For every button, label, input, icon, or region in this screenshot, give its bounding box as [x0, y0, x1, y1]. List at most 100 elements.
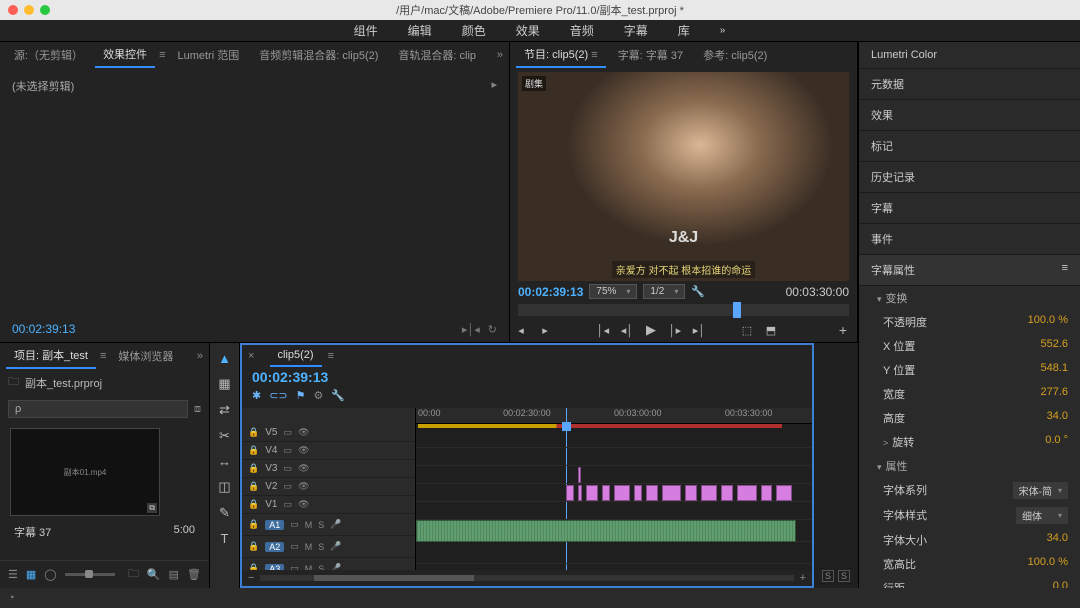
tab-audio-track-mixer[interactable]: 音轨混合器: clip: [390, 43, 484, 67]
tab-source[interactable]: 源:（无剪辑）: [6, 43, 91, 67]
clip-caption[interactable]: [578, 485, 582, 501]
clip-caption[interactable]: [602, 485, 610, 501]
source-timecode[interactable]: 00:02:39:13: [12, 322, 75, 336]
panel-metadata[interactable]: 元数据: [859, 69, 1080, 100]
clip-caption[interactable]: [685, 485, 697, 501]
clip-caption[interactable]: [566, 485, 574, 501]
solo-left[interactable]: S: [822, 570, 834, 582]
selection-tool-icon[interactable]: ▲: [216, 351, 234, 366]
play-icon[interactable]: ▶: [644, 322, 658, 338]
solo-right[interactable]: S: [838, 570, 850, 582]
clip-caption[interactable]: [776, 485, 792, 501]
timeline-tracks[interactable]: 00:00 00:02:30:00 00:03:00:00 00:03:30:0…: [416, 408, 812, 570]
track-v1[interactable]: V1: [265, 499, 277, 510]
bin-icon[interactable]: 🗀: [8, 373, 19, 392]
add-button-icon[interactable]: +: [839, 322, 847, 338]
clip-caption[interactable]: [646, 485, 658, 501]
go-to-out-icon[interactable]: ▸│: [692, 324, 706, 337]
transform-group[interactable]: ▾变换: [859, 286, 1080, 310]
sequence-tab[interactable]: clip5(2): [270, 345, 322, 367]
lift-icon[interactable]: ⬚: [740, 324, 754, 337]
lock-icon[interactable]: 🔒: [248, 445, 259, 456]
program-viewport[interactable]: 剧集 亲爱方 对不起 根本招谁的命运: [518, 72, 849, 281]
panel-history[interactable]: 历史记录: [859, 162, 1080, 193]
timeline-zoom-in-icon[interactable]: +: [800, 572, 806, 584]
settings-icon[interactable]: ⚙: [314, 389, 324, 402]
track-v2[interactable]: V2: [265, 481, 277, 492]
minimize-icon[interactable]: [24, 5, 34, 15]
panel-captions[interactable]: 字幕: [859, 193, 1080, 224]
keyframe-nav-icon[interactable]: ▸│◂: [462, 323, 480, 336]
clip-caption[interactable]: [586, 485, 598, 501]
link-icon[interactable]: ⊂⊃: [269, 389, 287, 402]
timeline-zoom-out-icon[interactable]: −: [248, 572, 254, 584]
clip-audio[interactable]: [416, 520, 796, 542]
slip-tool-icon[interactable]: ↔: [216, 454, 234, 469]
pen-tool-icon[interactable]: ◫: [216, 479, 234, 495]
search-bin-icon[interactable]: 🔍: [147, 568, 161, 581]
menu-editing[interactable]: 编辑: [408, 22, 432, 39]
zoom-select[interactable]: 75%: [589, 284, 637, 299]
tab-lumetri-scopes[interactable]: Lumetri 范围: [169, 43, 247, 67]
new-bin-icon[interactable]: 🗀: [128, 565, 139, 584]
clip-caption[interactable]: [578, 467, 581, 483]
clip-caption[interactable]: [614, 485, 630, 501]
clip-caption[interactable]: [701, 485, 717, 501]
lock-icon[interactable]: 🔒: [248, 519, 259, 530]
menu-audio[interactable]: 音频: [570, 22, 594, 39]
close-icon[interactable]: [8, 5, 18, 15]
menu-libraries[interactable]: 库: [678, 22, 690, 39]
panel-markers[interactable]: 标记: [859, 131, 1080, 162]
project-thumbnail[interactable]: 副本01.mp4 ⧉: [10, 428, 160, 516]
menu-overflow-icon[interactable]: »: [720, 25, 727, 36]
font-family-select[interactable]: 宋体-简: [1013, 482, 1068, 499]
type-tool-icon[interactable]: T: [216, 531, 234, 546]
panel-menu-icon[interactable]: ≡: [1062, 262, 1068, 278]
step-back-icon[interactable]: ◂│: [620, 324, 634, 337]
panel-events[interactable]: 事件: [859, 224, 1080, 255]
ripple-tool-icon[interactable]: ⇄: [216, 402, 234, 418]
lock-icon[interactable]: 🔒: [248, 541, 259, 552]
freeform-view-icon[interactable]: ◯: [44, 568, 56, 581]
lock-icon[interactable]: 🔒: [248, 499, 259, 510]
mark-in-icon[interactable]: ◂: [514, 324, 528, 337]
track-v5[interactable]: V5: [265, 427, 277, 438]
wrench-icon[interactable]: 🔧: [331, 389, 345, 402]
tab-effect-controls[interactable]: 效果控件: [95, 42, 155, 68]
lock-icon[interactable]: 🔒: [248, 463, 259, 474]
disclosure-icon[interactable]: ▸: [491, 78, 497, 94]
clip-caption[interactable]: [662, 485, 682, 501]
razor-tool-icon[interactable]: ✂: [216, 428, 234, 444]
panel-lumetri[interactable]: Lumetri Color: [859, 42, 1080, 69]
track-a2[interactable]: A2: [265, 542, 284, 552]
font-style-select[interactable]: 细体: [1016, 507, 1068, 524]
go-to-in-icon[interactable]: │◂: [596, 324, 610, 337]
tab-audio-clip-mixer[interactable]: 音频剪辑混合器: clip5(2): [251, 43, 386, 67]
trash-icon[interactable]: 🗑: [187, 568, 201, 581]
extract-icon[interactable]: ⬒: [764, 324, 778, 337]
playhead-icon[interactable]: [733, 302, 741, 318]
caption-props-header[interactable]: 字幕属性≡: [859, 255, 1080, 286]
lock-icon[interactable]: 🔒: [248, 481, 259, 492]
project-search[interactable]: ρ: [8, 400, 188, 418]
tabs-overflow-icon[interactable]: »: [497, 49, 503, 61]
menu-effects[interactable]: 效果: [516, 22, 540, 39]
work-area-bar[interactable]: [418, 424, 782, 428]
track-a1[interactable]: A1: [265, 520, 284, 530]
marker-icon[interactable]: ⚑: [296, 389, 306, 402]
tab-media-browser[interactable]: 媒体浏览器: [110, 344, 181, 368]
track-select-tool-icon[interactable]: ▦: [216, 376, 234, 392]
snap-icon[interactable]: ✱: [252, 389, 261, 402]
timeline-timecode[interactable]: 00:02:39:13: [242, 367, 812, 387]
menu-assembly[interactable]: 组件: [354, 22, 378, 39]
timeline-scroll-thumb[interactable]: [314, 575, 474, 581]
panel-effects[interactable]: 效果: [859, 100, 1080, 131]
tabs-overflow-icon[interactable]: »: [197, 350, 203, 362]
tab-project[interactable]: 项目: 副本_test: [6, 343, 96, 369]
list-view-icon[interactable]: ☰: [8, 568, 18, 581]
thumbnail-size-slider[interactable]: [65, 573, 115, 576]
clip-caption[interactable]: [634, 485, 642, 501]
clip-caption[interactable]: [721, 485, 733, 501]
new-item-icon[interactable]: ▤: [169, 568, 179, 581]
loop-icon[interactable]: ↻: [488, 323, 497, 336]
